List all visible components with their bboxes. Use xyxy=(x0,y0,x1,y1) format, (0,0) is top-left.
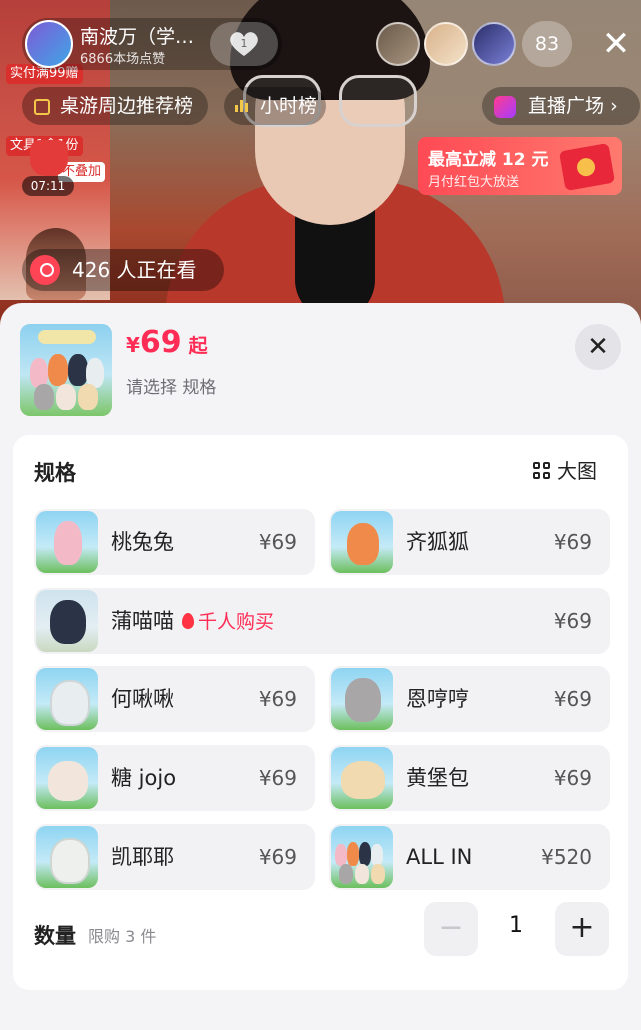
option-thumbnail xyxy=(36,511,98,573)
spec-option[interactable]: 何啾啾 ¥69 xyxy=(34,666,315,732)
hot-label: 千人购买 xyxy=(198,611,275,633)
price-value: 69 xyxy=(139,325,182,360)
heart-icon: 1 xyxy=(230,32,258,56)
timer-text: 07:11 xyxy=(22,176,74,196)
plaza-label: 直播广场 › xyxy=(528,95,618,117)
option-thumbnail xyxy=(331,826,393,888)
plaza-icon xyxy=(494,95,516,118)
option-name: 恩哼哼 xyxy=(406,687,469,711)
hot-badge: 千人购买 xyxy=(182,611,274,633)
anchor-name: 南波万（学… xyxy=(80,26,195,48)
like-count: 6866本场点赞 xyxy=(80,52,166,67)
watching-text: 426 人正在看 xyxy=(72,258,197,282)
product-price: ¥69 起 xyxy=(126,325,208,360)
top-bar: 南波万（学… 6866本场点赞 1 83 ✕ xyxy=(0,0,641,90)
spec-option[interactable]: 恩哼哼 ¥69 xyxy=(329,666,610,732)
quantity-value[interactable]: 1 xyxy=(493,913,539,938)
option-price: ¥69 xyxy=(258,687,297,711)
big-view-button[interactable]: 大图 xyxy=(533,455,597,484)
follow-count: 1 xyxy=(241,37,248,50)
option-name: 齐狐狐 xyxy=(406,530,469,554)
live-plaza-pill[interactable]: 直播广场 › xyxy=(482,87,640,125)
viewer-count[interactable]: 83 xyxy=(522,21,572,67)
option-name: 凯耶耶 xyxy=(111,845,174,869)
spec-option[interactable]: 齐狐狐 ¥69 xyxy=(329,509,610,575)
option-name: 桃兔兔 xyxy=(111,530,174,554)
watching-count[interactable]: 426 人正在看 xyxy=(22,249,224,291)
spec-option[interactable]: ALL IN ¥520 xyxy=(329,824,610,890)
option-thumbnail xyxy=(36,826,98,888)
option-price: ¥69 xyxy=(553,530,592,554)
option-thumbnail xyxy=(331,511,393,573)
option-name: 黄堡包 xyxy=(406,766,469,790)
option-price: ¥69 xyxy=(553,609,592,633)
option-price: ¥520 xyxy=(541,845,592,869)
cart-icon xyxy=(34,98,50,115)
spec-title: 规格 xyxy=(34,461,76,485)
option-thumbnail xyxy=(331,668,393,730)
quantity-limit: 限购 3 件 xyxy=(88,927,157,946)
rank-pill[interactable]: 桌游周边推荐榜 xyxy=(22,87,208,125)
option-price: ¥69 xyxy=(258,766,297,790)
viewer-avatar[interactable] xyxy=(424,22,468,66)
grid-icon xyxy=(533,462,551,480)
option-price: ¥69 xyxy=(258,530,297,554)
option-thumbnail xyxy=(36,668,98,730)
quantity-label: 数量 xyxy=(34,924,76,948)
choose-hint: 请选择 规格 xyxy=(126,378,217,398)
promo-title: 最高立减 12 元 xyxy=(428,150,549,170)
product-image[interactable] xyxy=(20,324,112,416)
option-name: 何啾啾 xyxy=(111,687,174,711)
option-name: 糖 jojo xyxy=(111,766,177,790)
rank-label: 桌游周边推荐榜 xyxy=(60,95,194,117)
option-thumbnail xyxy=(36,747,98,809)
red-bag-icon xyxy=(30,140,68,176)
option-price: ¥69 xyxy=(553,766,592,790)
red-envelope-icon xyxy=(558,142,616,192)
anchor-avatar[interactable] xyxy=(25,20,73,68)
option-thumbnail xyxy=(331,747,393,809)
viewer-avatar[interactable] xyxy=(472,22,516,66)
spec-option[interactable]: 凯耶耶 ¥69 xyxy=(34,824,315,890)
option-name: 蒲喵喵 千人购买 xyxy=(111,588,274,655)
quantity-minus-button[interactable]: − xyxy=(424,902,478,956)
close-live-icon[interactable]: ✕ xyxy=(598,26,634,62)
currency-symbol: ¥ xyxy=(126,333,140,357)
option-price: ¥69 xyxy=(258,845,297,869)
spec-option[interactable]: 糖 jojo ¥69 xyxy=(34,745,315,811)
price-suffix: 起 xyxy=(188,335,208,357)
viewer-avatar[interactable] xyxy=(376,22,420,66)
spec-option[interactable]: 蒲喵喵 千人购买 ¥69 xyxy=(34,588,610,654)
option-name-text: 蒲喵喵 xyxy=(111,609,174,633)
option-name: ALL IN xyxy=(406,845,473,869)
follow-button[interactable]: 1 xyxy=(210,22,278,66)
promo-subtitle: 月付红包大放送 xyxy=(428,175,520,190)
option-thumbnail xyxy=(36,590,98,652)
spec-option[interactable]: 黄堡包 ¥69 xyxy=(329,745,610,811)
product-sheet: ¥69 起 请选择 规格 ✕ 规格 大图 桃兔兔 ¥69 齐狐狐 ¥69 蒲喵喵… xyxy=(0,303,641,1030)
bar-chart-icon xyxy=(234,88,250,126)
option-price: ¥69 xyxy=(553,687,592,711)
big-view-label: 大图 xyxy=(557,459,597,483)
promo-banner[interactable]: 最高立减 12 元 月付红包大放送 xyxy=(418,137,622,195)
location-pin-icon xyxy=(30,255,60,285)
quantity-plus-button[interactable]: + xyxy=(555,902,609,956)
hour-rank-pill[interactable]: 小时榜 xyxy=(224,87,326,125)
hour-rank-label: 小时榜 xyxy=(260,95,318,117)
spec-card: 规格 大图 桃兔兔 ¥69 齐狐狐 ¥69 蒲喵喵 千人购买 ¥69 何啾啾 ¥… xyxy=(13,435,628,990)
spec-option[interactable]: 桃兔兔 ¥69 xyxy=(34,509,315,575)
close-sheet-button[interactable]: ✕ xyxy=(575,324,621,370)
flame-icon xyxy=(182,613,194,629)
product-banner xyxy=(38,330,96,344)
red-bag-timer[interactable]: 07:11 xyxy=(22,140,74,196)
